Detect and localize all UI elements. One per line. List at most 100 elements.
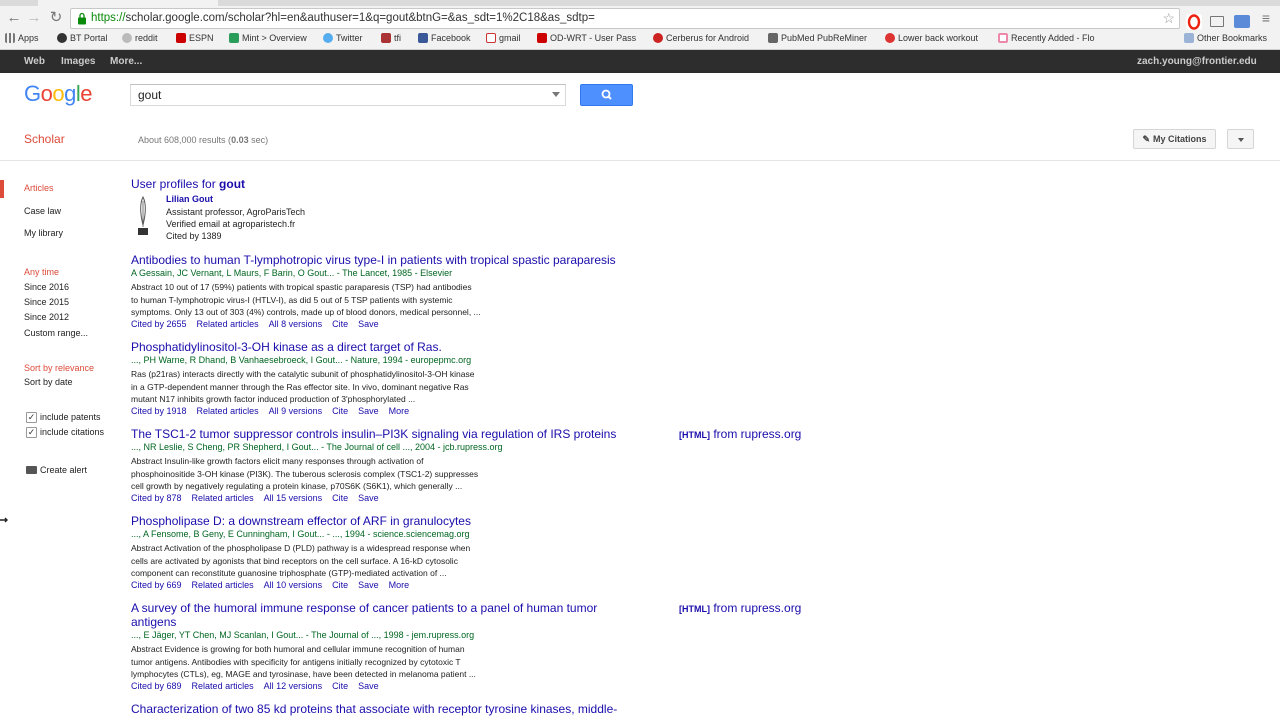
bookmark-apps[interactable]: Apps <box>5 33 39 43</box>
cited-by-link[interactable]: Cited by 669 <box>131 580 182 590</box>
profile-name[interactable]: Lilian Gout <box>166 194 213 204</box>
include-patents-checkbox[interactable]: ✓ <box>26 412 37 423</box>
related-link[interactable]: Related articles <box>192 580 254 590</box>
forward-icon[interactable]: → <box>24 8 44 28</box>
create-alert-link[interactable]: Create alert <box>40 465 87 475</box>
bookmark-lower-back[interactable]: Lower back workout <box>885 33 978 43</box>
related-link[interactable]: Related articles <box>192 681 254 691</box>
browser-chrome: ← → ↻ https://scholar.google.com/scholar… <box>0 0 1280 50</box>
related-link[interactable]: Related articles <box>192 493 254 503</box>
more-link[interactable]: More <box>389 580 410 590</box>
google-bar: Web Images More... zach.young@frontier.e… <box>0 50 1280 73</box>
versions-link[interactable]: All 12 versions <box>264 681 323 691</box>
versions-link[interactable]: All 15 versions <box>264 493 323 503</box>
bookmark-bt-portal[interactable]: BT Portal <box>57 33 107 43</box>
sidebar-my-library[interactable]: My library <box>24 228 63 238</box>
versions-link[interactable]: All 8 versions <box>269 319 323 329</box>
cited-by-link[interactable]: Cited by 878 <box>131 493 182 503</box>
cite-link[interactable]: Cite <box>332 406 348 416</box>
address-bar[interactable]: https://scholar.google.com/scholar?hl=en… <box>70 8 1180 29</box>
bookmark-other[interactable]: Other Bookmarks <box>1184 33 1267 43</box>
related-link[interactable]: Related articles <box>197 406 259 416</box>
result-title[interactable]: Phosphatidylinositol-3-OH kinase as a di… <box>131 340 442 354</box>
include-citations-checkbox[interactable]: ✓ <box>26 427 37 438</box>
gbar-web[interactable]: Web <box>24 56 45 67</box>
result-title[interactable]: A survey of the humoral immune response … <box>131 601 597 615</box>
sidebar-since-2016[interactable]: Since 2016 <box>24 282 69 292</box>
result-title[interactable]: Phospholipase D: a downstream effector o… <box>131 514 471 528</box>
bookmark-twitter[interactable]: Twitter <box>323 33 363 43</box>
sidebar-articles[interactable]: Articles <box>24 183 54 193</box>
mint-icon <box>229 33 239 43</box>
save-link[interactable]: Save <box>358 681 379 691</box>
cite-link[interactable]: Cite <box>332 580 348 590</box>
cited-by-link[interactable]: Cited by 1918 <box>131 406 187 416</box>
result-title[interactable]: The TSC1-2 tumor suppressor controls ins… <box>131 427 616 441</box>
result-fulltext-link[interactable]: [HTML] from rupress.org <box>679 427 801 441</box>
extension-icon[interactable] <box>1234 15 1250 28</box>
bookmark-recently-added[interactable]: Recently Added - Flo <box>998 33 1095 43</box>
cited-by-link[interactable]: Cited by 2655 <box>131 319 187 329</box>
save-link[interactable]: Save <box>358 406 379 416</box>
cited-by-link[interactable]: Cited by 689 <box>131 681 182 691</box>
result-links: Cited by 669 Related articles All 10 versi… <box>131 580 409 590</box>
bookmark-od-wrt[interactable]: OD-WRT - User Pass <box>537 33 636 43</box>
sidebar-since-2015[interactable]: Since 2015 <box>24 297 69 307</box>
sidebar-any-time[interactable]: Any time <box>24 267 59 277</box>
search-dropdown-icon[interactable] <box>552 92 560 97</box>
gbar-account[interactable]: zach.young@frontier.edu <box>1137 56 1257 67</box>
more-link[interactable]: More <box>389 406 410 416</box>
apps-icon <box>5 33 15 43</box>
result-fulltext-link[interactable]: [HTML] from rupress.org <box>679 601 801 615</box>
cite-link[interactable]: Cite <box>332 319 348 329</box>
reload-icon[interactable]: ↻ <box>46 8 66 28</box>
bookmark-mint[interactable]: Mint > Overview <box>229 33 307 43</box>
od-wrt-icon <box>537 33 547 43</box>
star-icon[interactable]: ☆ <box>1162 10 1175 27</box>
save-link[interactable]: Save <box>358 319 379 329</box>
include-citations-label[interactable]: include citations <box>40 427 104 437</box>
my-citations-button[interactable]: ✎ My Citations <box>1133 129 1216 149</box>
settings-dropdown-button[interactable] <box>1227 129 1254 149</box>
bookmark-tfi[interactable]: tfi <box>381 33 401 43</box>
bookmark-reddit[interactable]: reddit <box>122 33 158 43</box>
gbar-images[interactable]: Images <box>61 56 95 67</box>
versions-link[interactable]: All 10 versions <box>264 580 323 590</box>
back-icon[interactable]: ← <box>4 8 24 28</box>
save-link[interactable]: Save <box>358 580 379 590</box>
search-input-box[interactable] <box>130 84 566 106</box>
google-logo[interactable]: Google <box>24 81 93 107</box>
result-title[interactable]: Antibodies to human T-lymphotropic virus… <box>131 253 616 267</box>
bookmark-facebook[interactable]: Facebook <box>418 33 471 43</box>
opera-icon[interactable] <box>1186 14 1202 30</box>
gbar-more[interactable]: More... <box>110 56 142 67</box>
search-button[interactable] <box>580 84 633 106</box>
related-link[interactable]: Related articles <box>197 319 259 329</box>
cite-link[interactable]: Cite <box>332 681 348 691</box>
scholar-label[interactable]: Scholar <box>24 132 65 146</box>
include-patents-label[interactable]: include patents <box>40 412 101 422</box>
save-link[interactable]: Save <box>358 493 379 503</box>
user-profiles-heading[interactable]: User profiles for gout <box>131 177 245 191</box>
bookmark-gmail[interactable]: gmail <box>486 33 521 43</box>
bt-icon <box>57 33 67 43</box>
mouse-cursor-icon <box>0 517 8 523</box>
cast-icon[interactable] <box>1210 16 1224 27</box>
result-title[interactable]: Characterization of two 85 kd proteins t… <box>131 702 617 716</box>
bookmark-espn[interactable]: ESPN <box>176 33 214 43</box>
result-title-line2[interactable]: antigens <box>131 615 176 629</box>
sidebar-custom-range[interactable]: Custom range... <box>24 328 88 338</box>
cite-link[interactable]: Cite <box>332 493 348 503</box>
sidebar-since-2012[interactable]: Since 2012 <box>24 312 69 322</box>
bookmark-pubmed[interactable]: PubMed PubReMiner <box>768 33 867 43</box>
result-authors: ..., PH Warne, R Dhand, B Vanhaesebroeck… <box>131 355 472 365</box>
sidebar-sort-relevance[interactable]: Sort by relevance <box>24 363 94 373</box>
bookmark-cerberus[interactable]: Cerberus for Android <box>653 33 749 43</box>
menu-icon[interactable]: ≡ <box>1256 8 1276 28</box>
flo-icon <box>998 33 1008 43</box>
sidebar-sort-date[interactable]: Sort by date <box>24 377 73 387</box>
versions-link[interactable]: All 9 versions <box>269 406 323 416</box>
sidebar-case-law[interactable]: Case law <box>24 206 61 216</box>
search-input[interactable] <box>131 85 531 105</box>
url-rest: scholar.google.com/scholar?hl=en&authuse… <box>125 12 595 24</box>
